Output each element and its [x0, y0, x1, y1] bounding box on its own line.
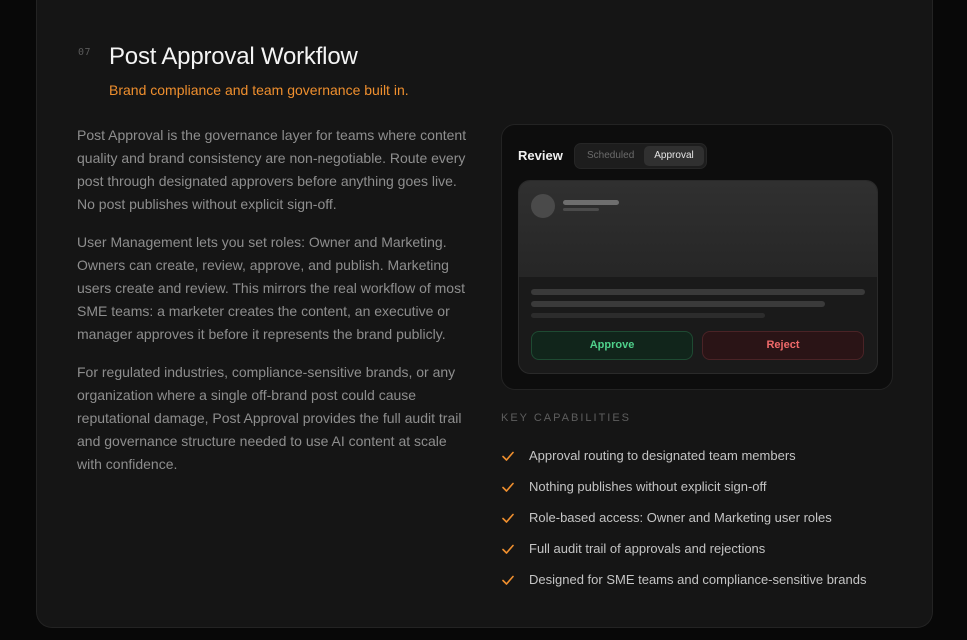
list-item: Approval routing to designated team memb… — [501, 440, 866, 471]
description-paragraph: For regulated industries, compliance-sen… — [77, 364, 462, 472]
list-item: Nothing publishes without explicit sign-… — [501, 471, 866, 502]
section-number: 07 — [78, 47, 92, 58]
tab-scheduled[interactable]: Scheduled — [577, 146, 644, 166]
section-subtitle: Brand compliance and team governance bui… — [109, 82, 409, 98]
check-icon — [502, 482, 514, 492]
author-name-placeholder — [563, 200, 619, 205]
capability-text: Full audit trail of approvals and reject… — [529, 541, 766, 556]
review-label: Review — [518, 148, 563, 163]
section-title: Post Approval Workflow — [109, 43, 358, 70]
check-icon — [502, 544, 514, 554]
capability-text: Designed for SME teams and compliance-se… — [529, 572, 867, 587]
tab-approval[interactable]: Approval — [644, 146, 704, 166]
list-item: Role-based access: Owner and Marketing u… — [501, 502, 866, 533]
post-preview-card: Approve Reject — [518, 180, 878, 374]
capabilities-heading: KEY CAPABILITIES — [501, 412, 632, 424]
post-media-placeholder — [519, 181, 877, 277]
description-paragraph: User Management lets you set roles: Owne… — [77, 234, 465, 342]
description-paragraph: Post Approval is the governance layer fo… — [77, 127, 467, 212]
check-icon — [502, 575, 514, 585]
capability-text: Role-based access: Owner and Marketing u… — [529, 510, 832, 525]
review-tab-switcher: Scheduled Approval — [574, 143, 707, 169]
avatar — [531, 194, 555, 218]
caption-line-placeholder — [531, 313, 765, 318]
list-item: Designed for SME teams and compliance-se… — [501, 564, 866, 595]
approve-button[interactable]: Approve — [531, 331, 693, 360]
check-icon — [502, 451, 514, 461]
caption-line-placeholder — [531, 289, 865, 295]
capabilities-list: Approval routing to designated team memb… — [501, 440, 866, 595]
capability-text: Nothing publishes without explicit sign-… — [529, 479, 767, 494]
capability-text: Approval routing to designated team memb… — [529, 448, 796, 463]
check-icon — [502, 513, 514, 523]
caption-line-placeholder — [531, 301, 825, 307]
feature-card: 07 Post Approval Workflow Brand complian… — [36, 0, 933, 628]
reject-button[interactable]: Reject — [702, 331, 864, 360]
author-meta-placeholder — [563, 208, 599, 211]
feature-description: Post Approval is the governance layer fo… — [77, 124, 472, 491]
list-item: Full audit trail of approvals and reject… — [501, 533, 866, 564]
review-preview-panel: Review Scheduled Approval Approve Reject — [501, 124, 893, 390]
